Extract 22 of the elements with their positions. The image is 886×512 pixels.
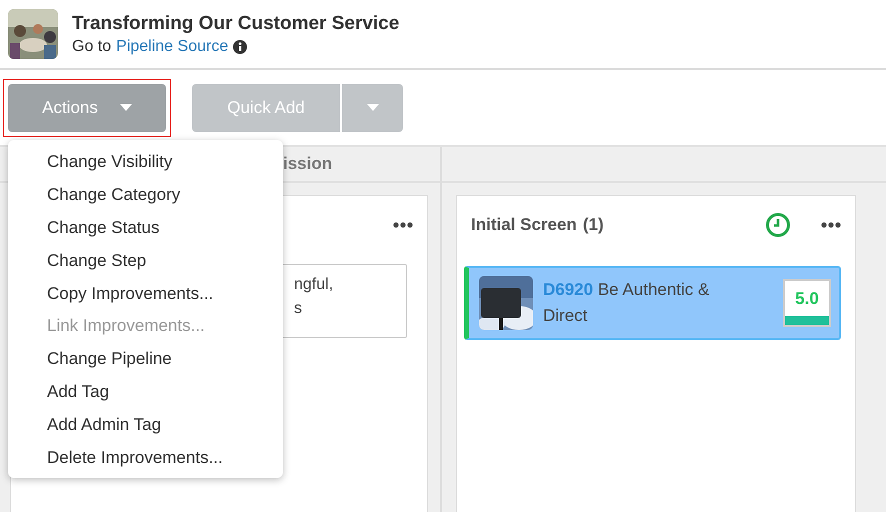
menu-item[interactable]: Add Tag bbox=[8, 376, 283, 408]
menu-item[interactable]: Add Admin Tag bbox=[8, 408, 283, 442]
menu-item[interactable]: Change Visibility bbox=[8, 146, 283, 179]
card-title: D6920 Be Authentic & Direct bbox=[543, 279, 710, 327]
score-badge: 5.0 bbox=[783, 279, 831, 327]
pipeline-source-link[interactable]: Pipeline Source bbox=[116, 38, 228, 56]
goto-label: Go to bbox=[72, 38, 112, 56]
card-text: ngful, bbox=[294, 275, 334, 295]
page-title: Transforming Our Customer Service bbox=[72, 12, 400, 34]
more-icon[interactable] bbox=[821, 222, 841, 228]
clock-icon[interactable] bbox=[765, 212, 791, 238]
menu-item[interactable]: Delete Improvements... bbox=[8, 441, 283, 474]
stage-count: (1) bbox=[582, 215, 604, 235]
caret-icon bbox=[366, 104, 378, 112]
idea-card[interactable]: D6920 Be Authentic & Direct 5.0 bbox=[464, 266, 841, 340]
stage-title: Initial Screen bbox=[471, 215, 577, 235]
caret-icon bbox=[120, 104, 132, 112]
menu-item[interactable]: Change Pipeline bbox=[8, 342, 283, 376]
card-text: s bbox=[294, 299, 303, 319]
more-icon[interactable] bbox=[393, 222, 413, 228]
menu-item[interactable]: Change Status bbox=[8, 212, 283, 244]
info-icon[interactable] bbox=[233, 40, 248, 54]
